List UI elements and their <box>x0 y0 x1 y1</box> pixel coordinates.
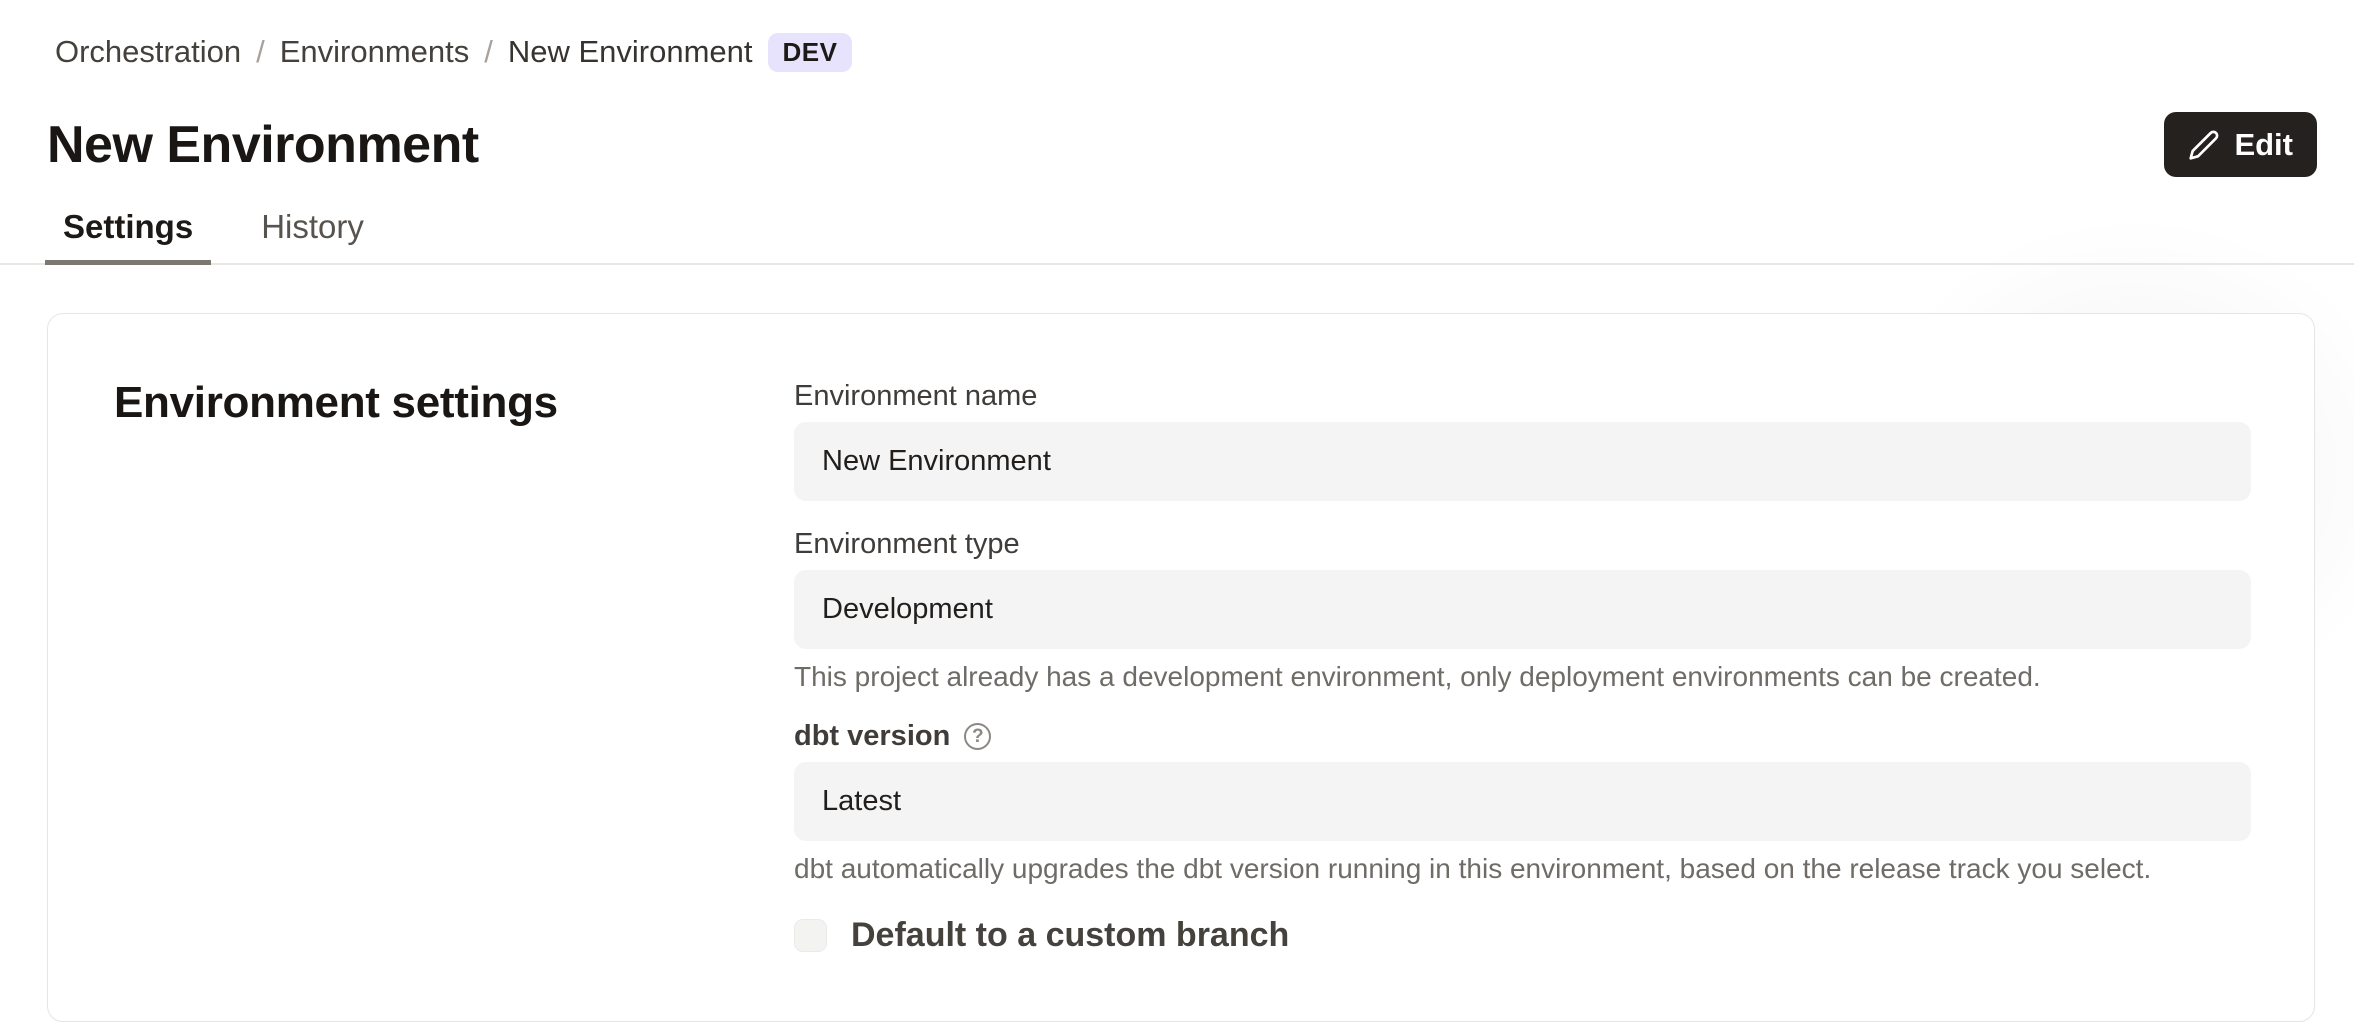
environment-name-label: Environment name <box>794 378 2251 414</box>
environment-type-helper-text: This project already has a development e… <box>794 660 2251 694</box>
environment-settings-form: Environment name Environment type This p… <box>794 314 2251 1021</box>
dbt-version-helper-text: dbt automatically upgrades the dbt versi… <box>794 852 2251 886</box>
custom-branch-label: Default to a custom branch <box>851 916 1289 955</box>
environment-name-input[interactable] <box>794 422 2251 501</box>
breadcrumb: Orchestration / Environments / New Envir… <box>0 0 2354 72</box>
field-dbt-version: dbt version ? dbt automatically upgrades… <box>794 718 2251 886</box>
dbt-version-input[interactable] <box>794 762 2251 841</box>
breadcrumb-new-environment[interactable]: New Environment <box>508 32 753 72</box>
custom-branch-row[interactable]: Default to a custom branch <box>794 916 2251 955</box>
question-mark-circle-icon[interactable]: ? <box>964 723 991 750</box>
tab-bar: Settings History <box>0 204 2354 265</box>
breadcrumb-separator: / <box>484 32 493 72</box>
page-title: New Environment <box>47 115 479 175</box>
pencil-icon <box>2188 129 2220 161</box>
card-heading: Environment settings <box>114 378 558 428</box>
environment-dev-badge: DEV <box>768 33 853 72</box>
field-environment-name: Environment name <box>794 378 2251 501</box>
field-environment-type: Environment type This project already ha… <box>794 526 2251 694</box>
tab-history[interactable]: History <box>243 204 382 265</box>
environment-type-input[interactable] <box>794 570 2251 649</box>
dbt-version-label-text: dbt version <box>794 718 950 754</box>
environment-type-label: Environment type <box>794 526 2251 562</box>
new-environment-page: Orchestration / Environments / New Envir… <box>0 0 2354 1022</box>
tab-settings[interactable]: Settings <box>45 204 211 265</box>
breadcrumb-orchestration[interactable]: Orchestration <box>55 32 241 72</box>
custom-branch-checkbox[interactable] <box>794 919 827 952</box>
title-row: New Environment Edit <box>0 72 2354 177</box>
breadcrumb-environments[interactable]: Environments <box>280 32 470 72</box>
dbt-version-label: dbt version ? <box>794 718 2251 754</box>
breadcrumb-separator: / <box>256 32 265 72</box>
edit-button[interactable]: Edit <box>2164 112 2317 177</box>
edit-button-label: Edit <box>2234 127 2293 163</box>
environment-settings-card: Environment settings Environment name En… <box>47 313 2315 1022</box>
